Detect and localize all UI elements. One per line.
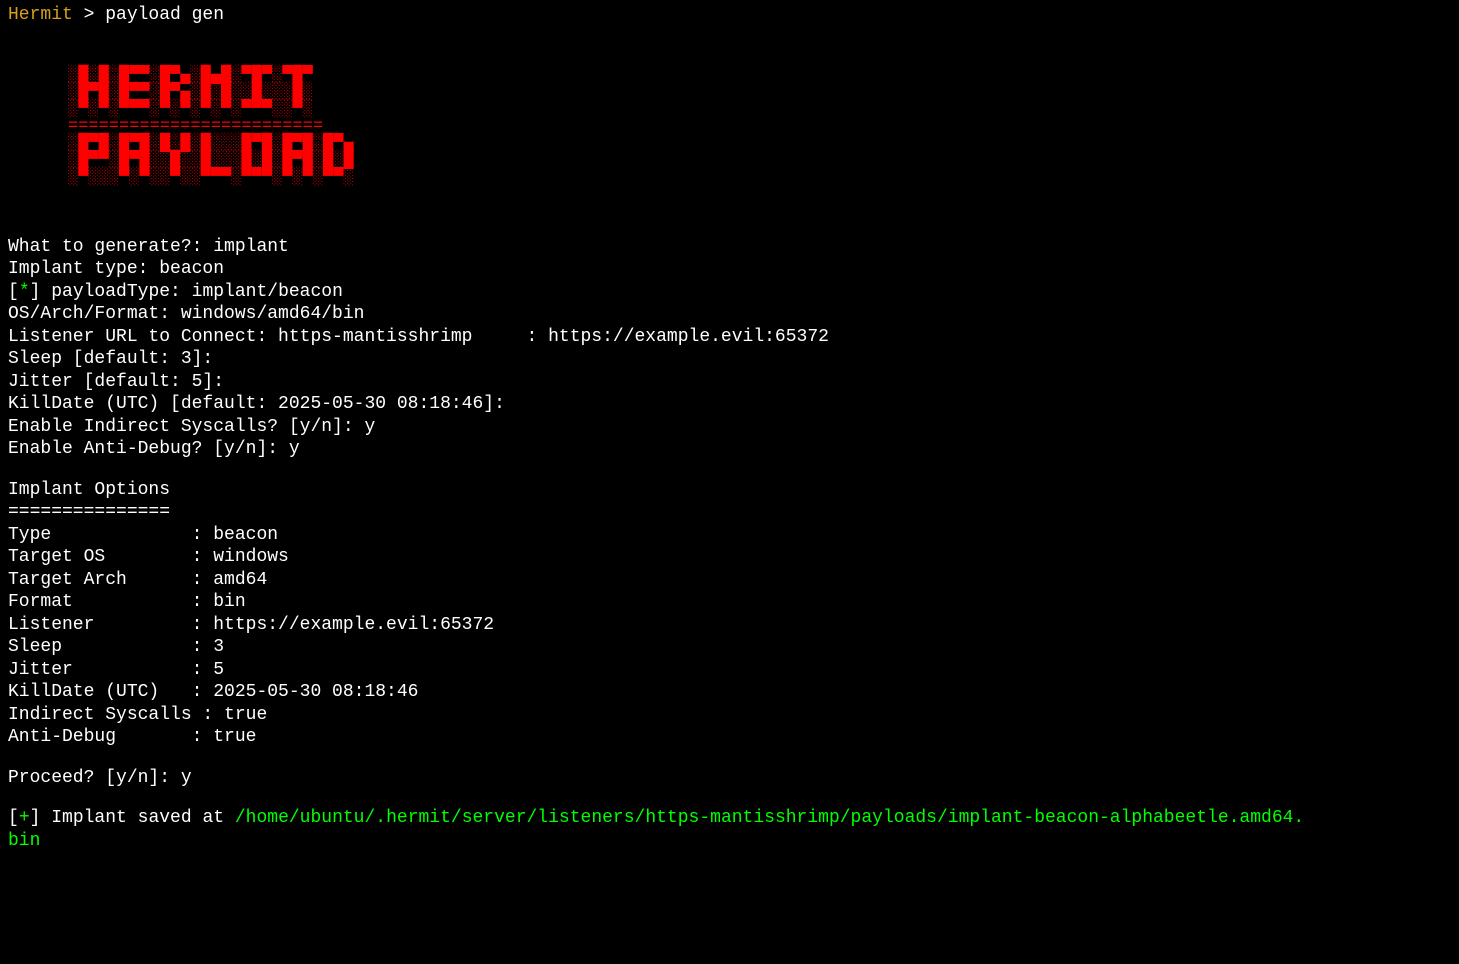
antidebug-prompt: Enable Anti-Debug? [y/n]: y bbox=[8, 438, 1451, 461]
option-row: Target Arch : amd64 bbox=[8, 569, 1451, 592]
os-arch-format: OS/Arch/Format: windows/amd64/bin bbox=[8, 303, 1451, 326]
option-row: KillDate (UTC) : 2025-05-30 08:18:46 bbox=[8, 681, 1451, 704]
implant-type-prompt: Implant type: beacon bbox=[8, 258, 1451, 281]
option-row: Listener : https://example.evil:65372 bbox=[8, 614, 1451, 637]
implant-options: Implant Options =============== Type : b… bbox=[8, 479, 1451, 749]
saved-path: /home/ubuntu/.hermit/server/listeners/ht… bbox=[235, 808, 1304, 828]
option-row: Anti-Debug : true bbox=[8, 726, 1451, 749]
plus-icon: + bbox=[19, 808, 30, 828]
option-row: Format : bin bbox=[8, 591, 1451, 614]
syscalls-prompt: Enable Indirect Syscalls? [y/n]: y bbox=[8, 416, 1451, 439]
jitter-prompt: Jitter [default: 5]: bbox=[8, 371, 1451, 394]
result-line: [+] Implant saved at /home/ubuntu/.hermi… bbox=[8, 807, 1451, 852]
option-row: Indirect Syscalls : true bbox=[8, 704, 1451, 727]
option-row: Sleep : 3 bbox=[8, 636, 1451, 659]
interactive-prompts: What to generate?: implant Implant type:… bbox=[8, 236, 1451, 461]
proceed-prompt: Proceed? [y/n]: y bbox=[8, 767, 1451, 790]
option-row: Jitter : 5 bbox=[8, 659, 1451, 682]
prompt-separator: > bbox=[73, 5, 105, 25]
generate-prompt: What to generate?: implant bbox=[8, 236, 1451, 259]
options-divider: =============== bbox=[8, 501, 1451, 524]
prompt-label: Hermit bbox=[8, 5, 73, 25]
saved-path-ext: bin bbox=[8, 831, 40, 851]
payload-type-line: [*] payloadType: implant/beacon bbox=[8, 281, 1451, 304]
star-icon: * bbox=[19, 282, 30, 302]
sleep-prompt: Sleep [default: 3]: bbox=[8, 348, 1451, 371]
option-row: Type : beacon bbox=[8, 524, 1451, 547]
killdate-prompt: KillDate (UTC) [default: 2025-05-30 08:1… bbox=[8, 393, 1451, 416]
listener-url: Listener URL to Connect: https-mantisshr… bbox=[8, 326, 1451, 349]
prompt-command: payload gen bbox=[105, 5, 224, 25]
ascii-banner: ░█░█░█▀▀░█▀▄░█▄█░▀█▀░▀█▀ ░█▀█░█▀▀░█▀▄░█░… bbox=[68, 67, 1451, 186]
command-prompt[interactable]: Hermit > payload gen bbox=[8, 4, 1451, 27]
option-row: Target OS : windows bbox=[8, 546, 1451, 569]
options-header: Implant Options bbox=[8, 479, 1451, 502]
